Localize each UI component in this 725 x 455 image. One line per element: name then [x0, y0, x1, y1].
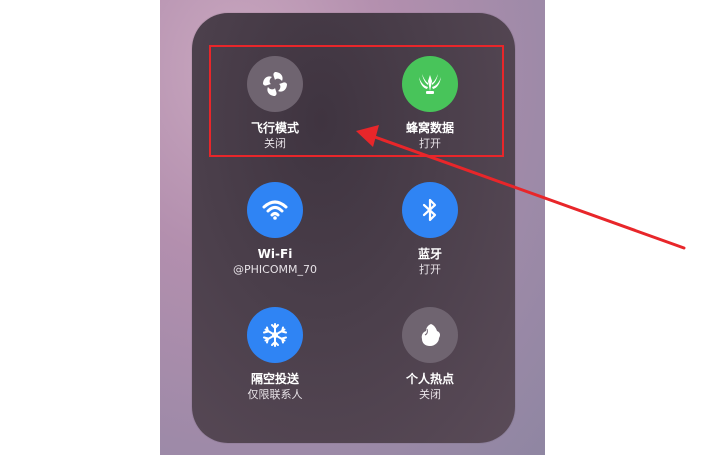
annotation-arrow — [356, 125, 686, 250]
